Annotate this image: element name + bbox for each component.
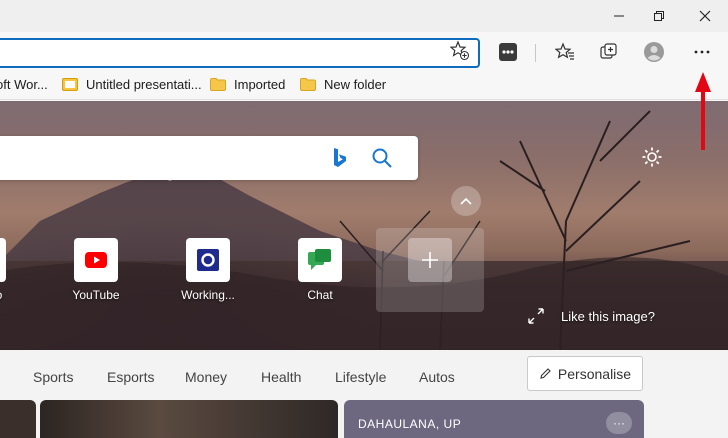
- search-icon[interactable]: [371, 147, 393, 169]
- toolbar-separator: [535, 44, 536, 62]
- collections-icon: [600, 43, 617, 59]
- bing-icon: [334, 148, 346, 167]
- quick-link-working[interactable]: [186, 238, 230, 282]
- close-button[interactable]: [682, 0, 728, 32]
- quick-link-label: YouTube: [72, 288, 120, 302]
- star-add-icon: [449, 40, 470, 61]
- quick-link-tile[interactable]: [0, 238, 6, 282]
- slides-icon: [62, 78, 78, 91]
- gear-icon[interactable]: [641, 146, 663, 168]
- pencil-icon: [540, 368, 551, 379]
- expand-icon[interactable]: [528, 308, 544, 324]
- nav-lifestyle[interactable]: Lifestyle: [335, 369, 386, 385]
- more-icon: [694, 50, 710, 54]
- like-image-prompt[interactable]: Like this image?: [528, 308, 655, 324]
- favorite-item[interactable]: oft Wor...: [0, 77, 48, 92]
- favorite-item[interactable]: Untitled presentati...: [62, 77, 202, 92]
- weather-card[interactable]: DAHAULANA, UP ···: [344, 400, 644, 438]
- nav-esports[interactable]: Esports: [107, 369, 154, 385]
- add-favorite-button[interactable]: [449, 40, 471, 65]
- extension-button[interactable]: [497, 41, 519, 63]
- quick-link-youtube[interactable]: [74, 238, 118, 282]
- annotation-arrow-icon: [695, 72, 711, 150]
- plus-icon: [422, 252, 438, 268]
- nav-autos[interactable]: Autos: [419, 369, 455, 385]
- news-card[interactable]: [40, 400, 338, 438]
- news-card[interactable]: [0, 400, 36, 438]
- favorites-icon: [555, 42, 574, 60]
- card-location: DAHAULANA, UP: [358, 417, 462, 431]
- address-bar[interactable]: [0, 38, 480, 68]
- card-more-button[interactable]: ···: [606, 412, 632, 434]
- personalise-label: Personalise: [557, 365, 632, 382]
- favorites-button[interactable]: [554, 41, 576, 63]
- quick-link-label: Chat: [307, 288, 333, 302]
- browser-toolbar: [0, 32, 728, 72]
- add-shortcut-button[interactable]: [408, 238, 452, 282]
- extension-icon: [499, 43, 517, 61]
- close-icon: [699, 10, 711, 22]
- favorites-bar: oft Wor... Untitled presentati... Import…: [0, 72, 728, 100]
- more-icon: ···: [613, 416, 625, 430]
- favorite-label: New folder: [324, 77, 387, 92]
- youtube-icon: [85, 252, 107, 268]
- chevron-up-icon: [460, 197, 472, 205]
- minimize-icon: [614, 15, 624, 17]
- favorite-item[interactable]: New folder: [300, 77, 386, 92]
- avatar-icon: [644, 42, 664, 62]
- profile-button[interactable]: [643, 41, 665, 63]
- restore-button[interactable]: [636, 0, 682, 32]
- favorite-item[interactable]: Imported: [210, 77, 285, 92]
- title-bar: [0, 0, 728, 32]
- collapse-button[interactable]: [451, 186, 481, 216]
- nav-money[interactable]: Money: [185, 369, 227, 385]
- folder-icon: [210, 78, 226, 91]
- new-tab-background: o YouTube Working... Chat Like this imag…: [0, 101, 728, 350]
- like-image-label: Like this image?: [561, 308, 655, 324]
- favorite-label: Untitled presentati...: [86, 77, 202, 92]
- news-cards: DAHAULANA, UP ···: [0, 400, 728, 438]
- settings-and-more-button[interactable]: [691, 41, 713, 63]
- chat-icon: [308, 249, 331, 270]
- personalise-button[interactable]: Personalise: [527, 356, 643, 391]
- favorite-label: Imported: [234, 77, 286, 92]
- quick-link-label: o: [0, 288, 44, 302]
- nav-sports[interactable]: Sports: [33, 369, 73, 385]
- quick-link-chat[interactable]: [298, 238, 342, 282]
- collections-button[interactable]: [598, 41, 620, 63]
- feed-navigation: Sports Esports Money Health Lifestyle Au…: [0, 350, 728, 402]
- restore-icon: [654, 11, 664, 21]
- favorite-label: oft Wor...: [0, 77, 48, 92]
- office-icon: [197, 249, 219, 271]
- quick-link-label: Working...: [181, 288, 235, 302]
- search-box[interactable]: [0, 136, 418, 180]
- nav-health[interactable]: Health: [261, 369, 301, 385]
- folder-icon: [300, 78, 316, 91]
